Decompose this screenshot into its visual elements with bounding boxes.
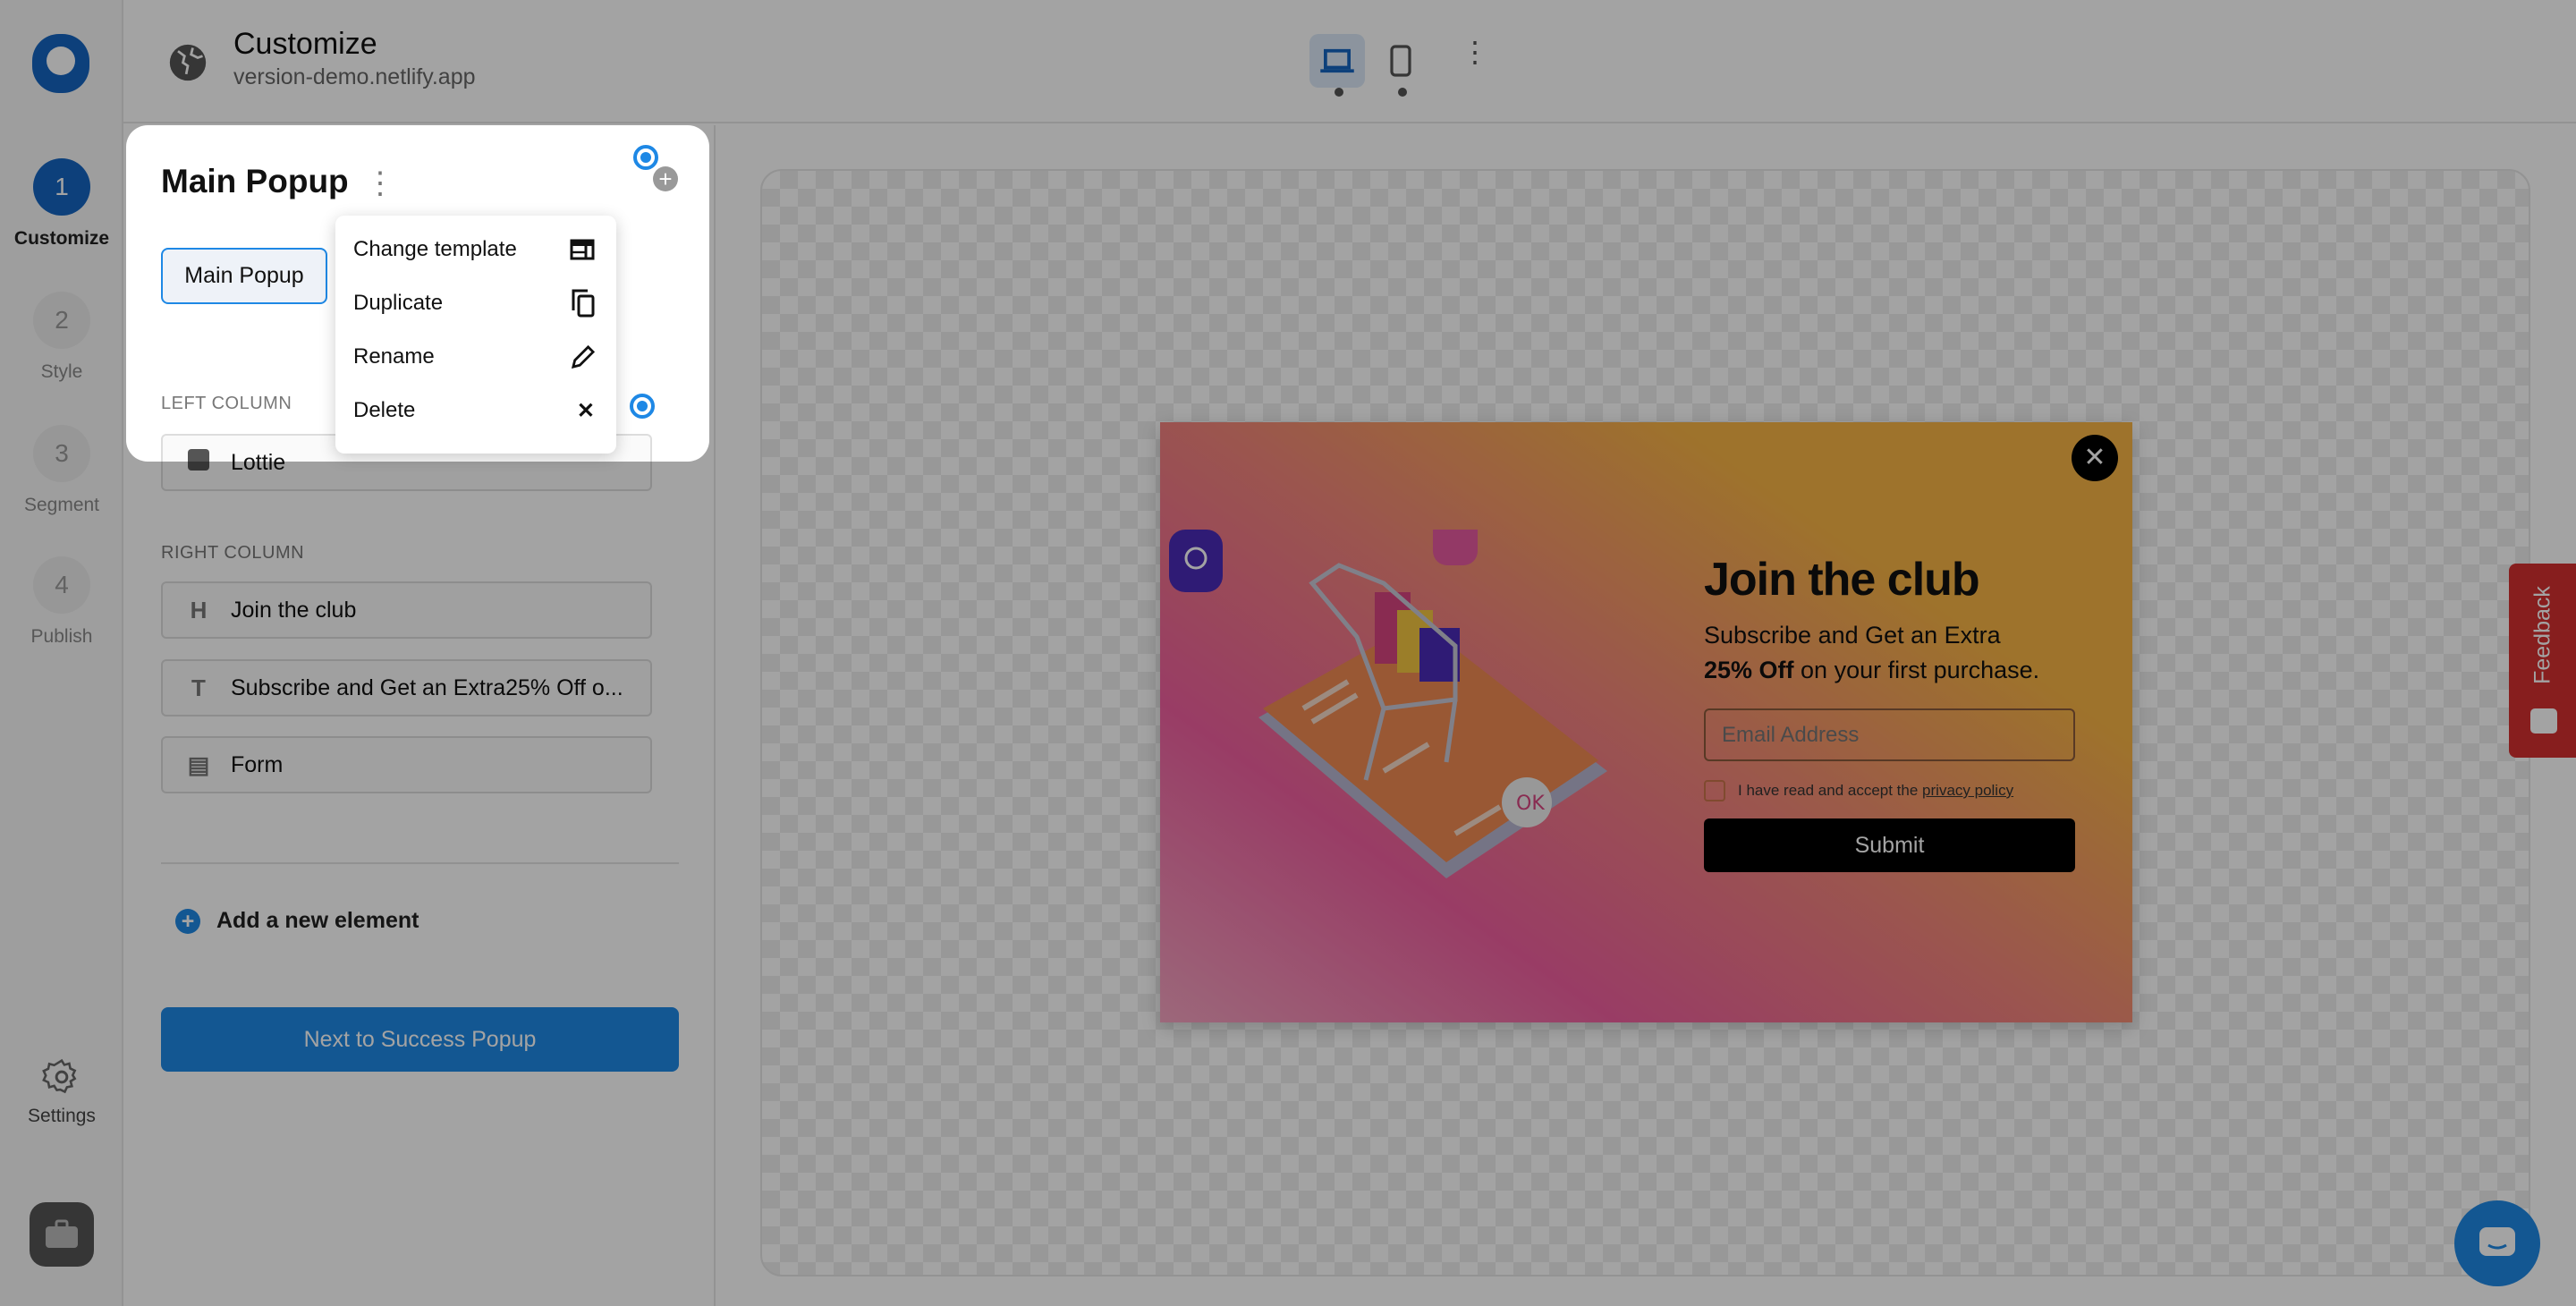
text-icon: T (191, 674, 206, 701)
privacy-policy-link[interactable]: privacy policy (1922, 782, 2013, 800)
menu-item-rename[interactable]: Rename (335, 330, 616, 384)
popup-options-menu: Change template Duplicate Rename Delete ✕ (335, 216, 616, 454)
feedback-tab[interactable]: Feedback (2509, 564, 2576, 758)
heading-icon: H (190, 596, 208, 623)
menu-item-delete[interactable]: Delete ✕ (335, 384, 616, 437)
mobile-indicator-dot (1398, 88, 1407, 97)
close-icon: ✕ (576, 398, 595, 423)
popup-kebab-icon[interactable]: ⋮ (365, 168, 395, 199)
desktop-view-button[interactable] (1309, 34, 1365, 88)
briefcase-button[interactable] (30, 1202, 94, 1267)
tour-hotspot-left-column[interactable] (630, 394, 655, 419)
submit-button[interactable]: Submit (1704, 818, 2075, 872)
laptop-icon (1320, 48, 1354, 73)
lottie-icon (186, 448, 211, 477)
element-heading[interactable]: H Join the club (161, 581, 652, 639)
left-column-label: LEFT COLUMN (161, 394, 292, 413)
element-text[interactable]: T Subscribe and Get an Extra25% Off o... (161, 659, 652, 717)
form-icon: ▤ (187, 751, 210, 778)
next-button[interactable]: Next to Success Popup (161, 1007, 679, 1072)
right-column-label: RIGHT COLUMN (161, 543, 305, 563)
svg-text:OK: OK (1516, 793, 1545, 815)
left-rail: 1 Customize 2 Style 3 Segment 4 Publish Sett… (0, 0, 123, 1306)
menu-item-duplicate[interactable]: Duplicate (335, 276, 616, 330)
briefcase-icon (46, 1219, 78, 1248)
email-input[interactable] (1704, 708, 2075, 761)
more-options-icon[interactable]: ⋮ (1461, 38, 1489, 66)
gear-icon (42, 1058, 77, 1094)
close-popup-button[interactable]: ✕ (2072, 435, 2118, 481)
popup-preview: OK ✕ Join the club Subscribe and Get an … (1160, 422, 2132, 1022)
divider (161, 862, 679, 864)
popup-subtitle-line1: Subscribe and Get an Extra (1704, 622, 2001, 649)
globe-icon (169, 44, 207, 81)
consent-row: I have read and accept the privacy polic… (1704, 780, 2013, 801)
step-style[interactable]: 2 Style (0, 292, 123, 383)
pencil-icon (572, 345, 595, 369)
add-icon[interactable]: + (653, 166, 678, 191)
plus-circle-icon: + (175, 908, 200, 934)
tour-hotspot[interactable] (633, 145, 658, 170)
tab-main-popup[interactable]: Main Popup (161, 248, 327, 304)
step-customize[interactable]: 1 Customize (0, 158, 123, 250)
shopping-illustration: OK (1169, 530, 1607, 878)
copy-icon (572, 289, 595, 318)
top-header: Customize version-demo.netlify.app ⋮ (123, 0, 2576, 123)
feedback-face-icon (2530, 708, 2557, 734)
desktop-indicator-dot (1335, 88, 1343, 97)
step-segment[interactable]: 3 Segment (0, 425, 123, 516)
popup-subtitle-line2: 25% Off on your first purchase. (1704, 657, 2040, 683)
app-logo[interactable] (32, 34, 89, 93)
chat-launcher-button[interactable] (2454, 1200, 2540, 1286)
add-element-button[interactable]: + Add a new element (175, 908, 419, 934)
template-icon (570, 239, 595, 260)
page-title: Customize (233, 27, 377, 61)
popup-title: Main Popup (161, 163, 349, 199)
consent-checkbox[interactable] (1704, 780, 1725, 801)
popup-heading: Join the club (1704, 554, 1980, 606)
site-url: version-demo.netlify.app (233, 64, 476, 89)
mobile-view-icon[interactable] (1390, 45, 1411, 77)
chat-icon (2479, 1227, 2515, 1256)
menu-item-change-template[interactable]: Change template (335, 223, 616, 276)
step-publish[interactable]: 4 Publish (0, 556, 123, 648)
settings-button[interactable]: Settings (0, 1057, 123, 1127)
element-form[interactable]: ▤ Form (161, 736, 652, 793)
